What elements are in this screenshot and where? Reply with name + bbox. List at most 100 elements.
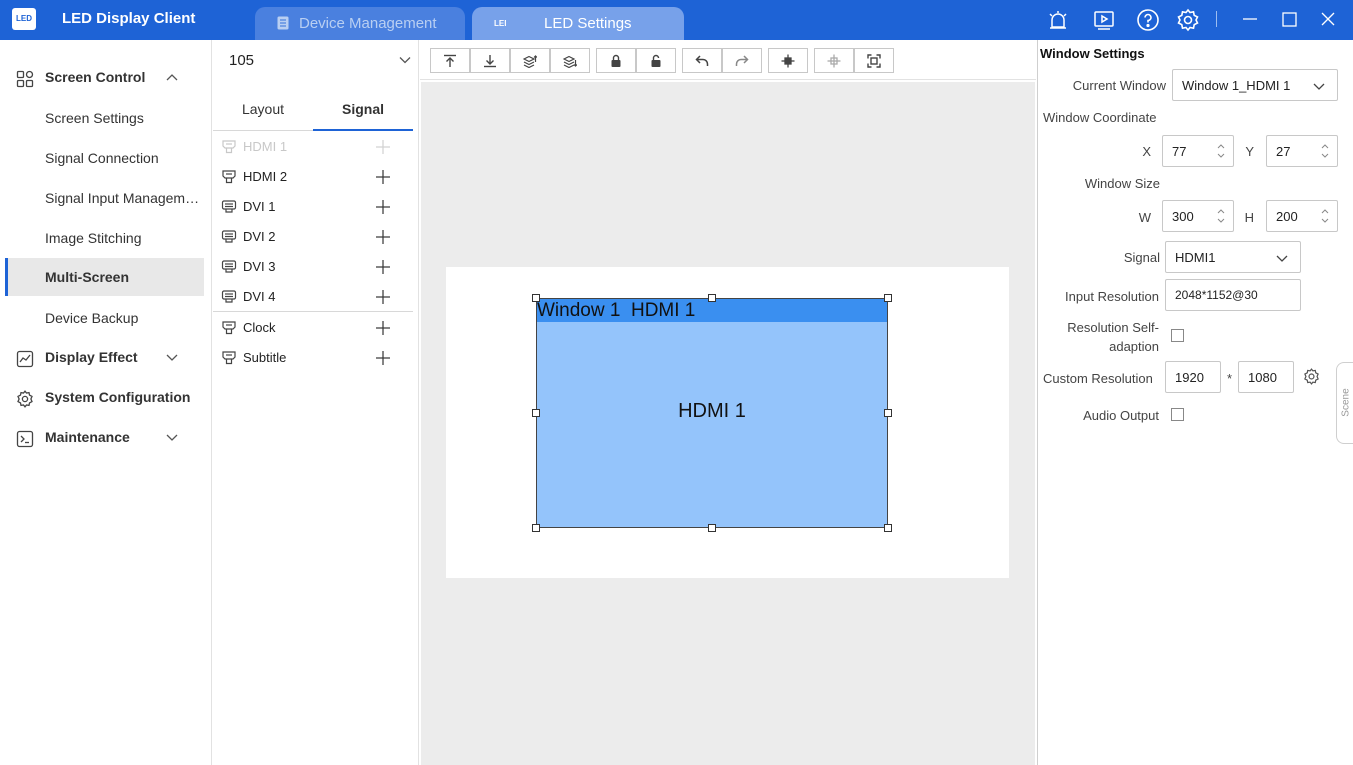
signal-select[interactable]: HDMI1 — [1165, 241, 1301, 273]
signal-item[interactable]: HDMI 2 — [213, 162, 413, 192]
scene-tab[interactable]: Scene — [1336, 362, 1353, 444]
input-resolution-field: 2048*1152@30 — [1165, 279, 1301, 311]
custom-resolution-label: Custom Resolution — [1043, 371, 1153, 386]
unlock-button[interactable] — [636, 48, 676, 73]
move-bottom-button[interactable] — [470, 48, 510, 73]
resize-handle-s[interactable] — [708, 524, 716, 532]
y-input[interactable]: 27 — [1266, 135, 1338, 167]
help-icon[interactable] — [1136, 8, 1160, 32]
close-icon[interactable] — [1316, 8, 1340, 32]
sidebar-item-signal-input-management[interactable]: Signal Input Management — [5, 180, 204, 216]
unlock-icon — [651, 54, 661, 67]
tab-signal[interactable]: Signal — [313, 90, 413, 131]
custom-width-input[interactable]: 1920 — [1165, 361, 1221, 393]
signal-item[interactable]: Subtitle — [213, 343, 413, 373]
chevron-down-icon — [1276, 255, 1288, 262]
spinner-icon[interactable] — [1321, 142, 1329, 160]
gear-icon[interactable] — [1303, 368, 1320, 385]
sidebar-group-system-configuration[interactable]: System Configuration — [0, 380, 212, 416]
resize-handle-e[interactable] — [884, 409, 892, 417]
resize-handle-ne[interactable] — [884, 294, 892, 302]
x-label: X — [1142, 144, 1151, 159]
resize-handle-nw[interactable] — [532, 294, 540, 302]
hdmi-connector-icon — [222, 321, 236, 335]
signal-item[interactable]: DVI 2 — [213, 222, 413, 252]
screen-select[interactable]: 105 — [213, 40, 419, 80]
signal-item[interactable]: DVI 4 — [213, 282, 413, 312]
plus-icon[interactable] — [375, 259, 391, 275]
layer-up-button[interactable] — [510, 48, 550, 73]
custom-resolution-separator: * — [1227, 371, 1233, 386]
signal-item[interactable]: HDMI 1 — [213, 132, 413, 162]
sidebar-item-device-backup[interactable]: Device Backup — [5, 300, 204, 336]
sidebar-group-label: Screen Control — [45, 69, 146, 85]
tab-layout[interactable]: Layout — [213, 90, 313, 131]
resize-handle-n[interactable] — [708, 294, 716, 302]
sidebar-group-screen-control[interactable]: Screen Control — [0, 60, 212, 96]
alarm-icon[interactable] — [1046, 8, 1070, 32]
h-label: H — [1244, 210, 1254, 225]
fullscreen-button[interactable] — [854, 48, 894, 73]
layer-down-button[interactable] — [550, 48, 590, 73]
grid-icon — [16, 70, 34, 88]
led-screen[interactable]: Window 1 HDMI 1 HDMI 1 — [446, 267, 1009, 578]
sidebar-group-display-effect[interactable]: Display Effect — [0, 340, 212, 376]
signal-divider — [213, 311, 413, 312]
plus-icon[interactable] — [375, 289, 391, 305]
signal-item-label: Subtitle — [243, 350, 287, 365]
plus-icon[interactable] — [375, 320, 391, 336]
tab-led-settings[interactable]: LED LED Settings — [472, 7, 684, 40]
signal-item[interactable]: Clock — [213, 313, 413, 343]
undo-button[interactable] — [682, 48, 722, 73]
title-divider — [1216, 11, 1217, 27]
signal-panel: 105 Layout Signal HDMI 1 HDMI 2 DVI 1 DVI 2… — [213, 40, 419, 765]
plus-icon[interactable] — [375, 229, 391, 245]
signal-item[interactable]: DVI 3 — [213, 252, 413, 282]
signal-panel-tabs: Layout Signal — [213, 90, 413, 131]
current-window-select[interactable]: Window 1_HDMI 1 — [1172, 69, 1338, 101]
maximize-icon[interactable] — [1278, 8, 1302, 32]
plus-icon[interactable] — [375, 199, 391, 215]
tab-device-management[interactable]: Device Management — [255, 7, 465, 40]
svg-text:LED: LED — [494, 19, 506, 28]
window-1[interactable]: Window 1 HDMI 1 HDMI 1 — [536, 298, 888, 528]
sidebar-item-screen-settings[interactable]: Screen Settings — [5, 100, 204, 136]
move-top-button[interactable] — [430, 48, 470, 73]
signal-item[interactable]: DVI 1 — [213, 192, 413, 222]
sidebar-item-image-stitching[interactable]: Image Stitching — [5, 220, 204, 256]
canvas-area[interactable]: Window 1 HDMI 1 HDMI 1 — [421, 82, 1035, 765]
width-input[interactable]: 300 — [1162, 200, 1234, 232]
sidebar: Screen Control Screen Settings Signal Co… — [0, 40, 212, 765]
height-input[interactable]: 200 — [1266, 200, 1338, 232]
minimize-icon[interactable] — [1238, 8, 1262, 32]
lock-button[interactable] — [596, 48, 636, 73]
window-coordinate-label: Window Coordinate — [1043, 110, 1157, 125]
resize-handle-se[interactable] — [884, 524, 892, 532]
sidebar-item-signal-connection[interactable]: Signal Connection — [5, 140, 204, 176]
sidebar-item-multi-screen[interactable]: Multi-Screen — [5, 258, 204, 296]
height-value: 200 — [1276, 209, 1298, 224]
custom-height-value: 1080 — [1248, 370, 1277, 385]
audio-output-checkbox[interactable] — [1171, 408, 1184, 421]
plus-icon[interactable] — [375, 139, 391, 155]
play-icon[interactable] — [1092, 8, 1116, 32]
gear-icon[interactable] — [1176, 8, 1200, 32]
self-adaption-checkbox[interactable] — [1171, 329, 1184, 342]
plus-icon[interactable] — [375, 169, 391, 185]
spinner-icon[interactable] — [1217, 207, 1225, 225]
center-disabled-button[interactable] — [814, 48, 854, 73]
spinner-icon[interactable] — [1217, 142, 1225, 160]
layer-up-icon — [523, 55, 537, 68]
window-title-bar[interactable]: Window 1 HDMI 1 — [537, 299, 887, 322]
sidebar-group-maintenance[interactable]: Maintenance — [0, 420, 212, 456]
resize-handle-sw[interactable] — [532, 524, 540, 532]
center-button[interactable] — [768, 48, 808, 73]
chevron-down-icon — [399, 57, 411, 64]
custom-height-input[interactable]: 1080 — [1238, 361, 1294, 393]
spinner-icon[interactable] — [1321, 207, 1329, 225]
sidebar-group-label: System Configuration — [45, 389, 191, 405]
plus-icon[interactable] — [375, 350, 391, 366]
resize-handle-w[interactable] — [532, 409, 540, 417]
x-input[interactable]: 77 — [1162, 135, 1234, 167]
redo-button[interactable] — [722, 48, 762, 73]
